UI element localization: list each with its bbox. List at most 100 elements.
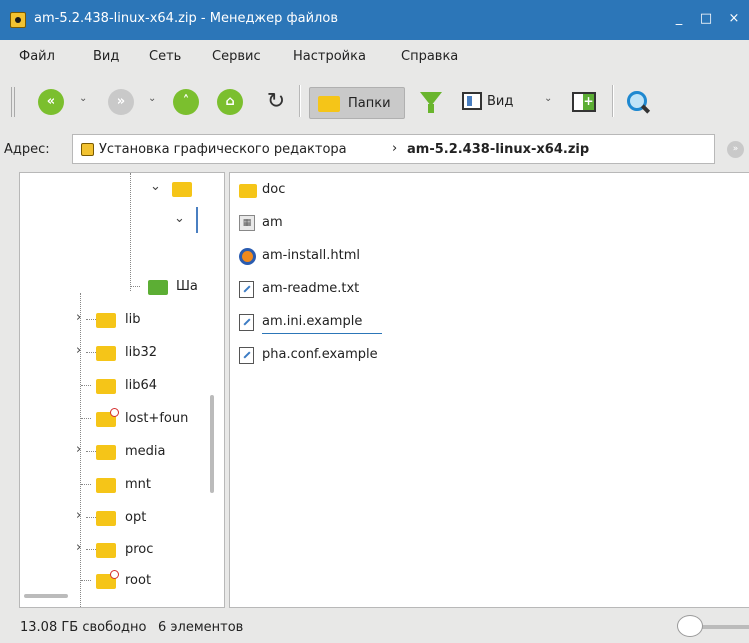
view-button-label[interactable]: Вид [487,94,513,109]
forward-dropdown-icon[interactable]: ⌄ [148,93,156,104]
tree-connector [86,319,96,320]
tree-item-label: lib64 [125,378,158,393]
text-file-icon [239,314,254,331]
firefox-icon [239,248,256,265]
tree-selection-marker [196,207,198,233]
tree-item-label: root [125,573,152,588]
folder-icon [96,379,116,394]
tree-connector [81,385,91,386]
folder-icon [96,445,116,460]
menu-settings[interactable]: Настройка [293,49,366,64]
window-title: am-5.2.438-linux-x64.zip - Менеджер файл… [34,11,338,26]
folder-tree[interactable]: ⌄ ⌄ Ша › lib › lib32 lib64 lost+foun › m… [19,172,225,608]
toolbar-grip[interactable] [11,87,15,117]
address-label: Адрес: [4,142,50,157]
menu-network[interactable]: Сеть [149,49,181,64]
breadcrumb-separator: › [392,141,398,156]
forward-icon[interactable]: » [108,89,134,115]
minimize-button[interactable]: _ [669,9,689,29]
menu-file[interactable]: Файл [19,49,55,64]
file-name: am.ini.example [262,314,363,329]
expand-icon[interactable]: › [76,442,81,457]
tree-item-label: mnt [125,477,151,492]
expand-icon[interactable]: ⌄ [174,211,185,226]
lock-icon [110,570,119,579]
address-bar: Адрес: Установка графического редактора … [0,128,749,170]
tree-connector [130,286,140,287]
tree-connector [86,517,96,518]
toolbar-separator [299,85,301,117]
tree-vertical-scrollbar[interactable] [210,395,214,493]
tree-horizontal-scrollbar[interactable] [24,594,68,598]
folder-icon [96,346,116,361]
folder-icon [172,182,192,197]
tree-item-label: lost+foun [125,411,189,426]
locked-folder-icon [96,408,119,427]
filter-icon[interactable] [420,92,442,113]
tree-item-label: opt [125,510,147,525]
file-list[interactable]: doc ▦ am am-install.html am-readme.txt a… [229,172,749,608]
locked-folder-icon [96,570,119,589]
toolbar-separator [612,85,614,117]
tree-item-label: lib [125,312,141,327]
tree-guide-line [130,173,131,291]
expand-icon[interactable]: › [76,508,81,523]
folder-icon [148,280,168,295]
lock-icon [110,408,119,417]
folder-icon [239,184,257,198]
view-icon[interactable] [462,92,482,110]
maximize-button[interactable]: □ [696,9,716,29]
toolbar: « ⌄ » ⌄ ˄ ⌂ ↻ Папки Вид ⌄ [0,74,749,128]
tree-item-label: lib32 [125,345,158,360]
executable-icon: ▦ [239,215,255,231]
view-dropdown-icon[interactable]: ⌄ [544,93,552,104]
free-space-text: 13.08 ГБ свободно [20,620,147,635]
folder-icon [96,313,116,328]
folders-button-label: Папки [348,96,391,111]
folder-icon [96,543,116,558]
reload-icon[interactable]: ↻ [263,89,289,115]
split-panel-icon[interactable] [572,92,596,112]
text-file-icon [239,347,254,364]
expand-icon[interactable]: › [76,310,81,325]
search-icon[interactable] [625,89,651,115]
back-dropdown-icon[interactable]: ⌄ [79,93,87,104]
file-name: doc [262,182,286,197]
expand-icon[interactable]: ⌄ [150,179,161,194]
folder-icon [96,511,116,526]
status-bar: 13.08 ГБ свободно 6 элементов [0,610,749,643]
menu-service[interactable]: Сервис [212,49,261,64]
close-button[interactable]: × [724,9,744,29]
app-icon [10,12,26,28]
home-icon[interactable]: ⌂ [217,89,243,115]
zoom-slider-handle[interactable] [677,615,703,637]
up-icon[interactable]: ˄ [173,89,199,115]
menu-help[interactable]: Справка [401,49,458,64]
file-name: am-readme.txt [262,281,360,296]
archive-icon [81,143,94,156]
folder-icon [96,478,116,493]
window-titlebar[interactable]: am-5.2.438-linux-x64.zip - Менеджер файл… [0,0,749,40]
file-name: am-install.html [262,248,360,263]
breadcrumb-current[interactable]: am-5.2.438-linux-x64.zip [407,142,589,157]
expand-icon[interactable]: › [76,343,81,358]
item-count-text: 6 элементов [158,620,244,635]
menu-bar: Файл Вид Сеть Сервис Настройка Справка [0,40,749,74]
hover-underline [262,333,382,334]
tree-connector [81,484,91,485]
breadcrumb-parent[interactable]: Установка графического редактора [99,142,347,157]
expand-icon[interactable]: › [76,540,81,555]
tree-item-label: proc [125,542,154,557]
tree-connector [81,418,91,419]
text-file-icon [239,281,254,298]
tree-connector [86,352,96,353]
back-icon[interactable]: « [38,89,64,115]
folder-icon [318,96,340,112]
address-field[interactable]: Установка графического редактора › am-5.… [72,134,715,164]
go-icon[interactable]: » [727,141,744,158]
menu-view[interactable]: Вид [93,49,119,64]
folders-button[interactable]: Папки [309,87,405,119]
tree-item-label: Ша [176,279,198,294]
file-name: pha.conf.example [262,347,378,362]
tree-connector [86,451,96,452]
